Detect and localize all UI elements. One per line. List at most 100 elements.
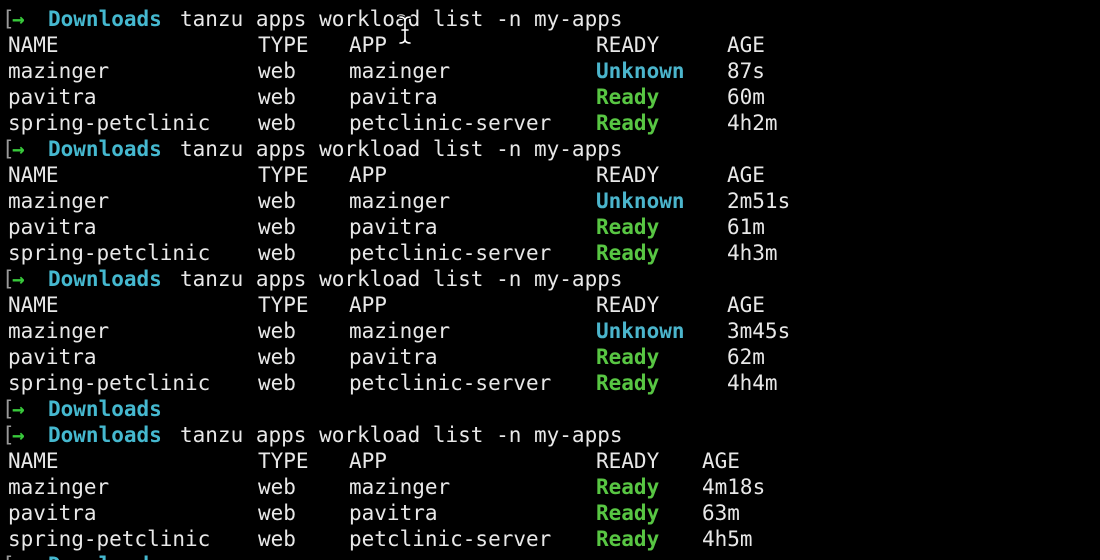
command-text: tanzu apps workload list -n my-apps bbox=[180, 267, 623, 291]
row-ready-status: Ready bbox=[596, 85, 660, 109]
prompt-arrow-icon: → bbox=[12, 267, 25, 291]
row-age: 60m bbox=[727, 85, 765, 109]
header-age: AGE bbox=[702, 449, 740, 473]
row-name: spring-petclinic bbox=[8, 241, 211, 265]
row-type: web bbox=[258, 111, 296, 135]
header-app: APP bbox=[349, 33, 387, 57]
row-age: 62m bbox=[727, 345, 765, 369]
row-app: mazinger bbox=[349, 475, 451, 499]
header-age: AGE bbox=[727, 163, 765, 187]
row-app: pavitra bbox=[349, 345, 438, 369]
row-type: web bbox=[258, 501, 296, 525]
row-ready-status: Ready bbox=[596, 371, 660, 395]
row-name: spring-petclinic bbox=[8, 527, 211, 551]
table-header: NAME TYPE APP READY AGE bbox=[0, 162, 765, 188]
row-type: web bbox=[258, 527, 296, 551]
table-row: spring-petclinic web petclinic-server Re… bbox=[0, 526, 753, 552]
row-age: 4h5m bbox=[702, 527, 753, 551]
row-type: web bbox=[258, 215, 296, 239]
row-app: mazinger bbox=[349, 59, 451, 83]
row-ready-status: Ready bbox=[596, 345, 660, 369]
row-ready-status: Unknown bbox=[596, 319, 685, 343]
row-app: pavitra bbox=[349, 501, 438, 525]
row-ready-status: Unknown bbox=[596, 189, 685, 213]
row-age: 61m bbox=[727, 215, 765, 239]
prompt-cwd: Downloads bbox=[48, 397, 162, 421]
row-age: 87s bbox=[727, 59, 765, 83]
prompt-line: [ → Downloads tanzu apps workload list -… bbox=[0, 422, 623, 448]
prompt-cwd: Downloads bbox=[48, 7, 162, 31]
header-ready: READY bbox=[596, 163, 660, 187]
prompt-arrow-icon: → bbox=[12, 423, 25, 447]
table-row: spring-petclinic web petclinic-server Re… bbox=[0, 110, 778, 136]
prompt-arrow-icon: → bbox=[12, 137, 25, 161]
prompt-line-empty: [ → Downloads bbox=[0, 396, 162, 422]
row-type: web bbox=[258, 345, 296, 369]
table-row: pavitra web pavitra Ready 60m bbox=[0, 84, 765, 110]
prompt-line: [ → Downloads tanzu apps workload list -… bbox=[0, 266, 623, 292]
table-row: mazinger web mazinger Unknown 2m51s bbox=[0, 188, 790, 214]
row-app: petclinic-server bbox=[349, 111, 552, 135]
table-row: mazinger web mazinger Unknown 3m45s bbox=[0, 318, 790, 344]
row-type: web bbox=[258, 319, 296, 343]
row-name: mazinger bbox=[8, 59, 110, 83]
row-app: petclinic-server bbox=[349, 241, 552, 265]
command-text: tanzu apps workload list -n my-apps bbox=[180, 137, 623, 161]
row-ready-status: Ready bbox=[596, 111, 660, 135]
prompt-cwd: Downloads bbox=[48, 267, 162, 291]
header-type: TYPE bbox=[258, 33, 309, 57]
row-type: web bbox=[258, 189, 296, 213]
row-app: petclinic-server bbox=[349, 527, 552, 551]
row-ready-status: Ready bbox=[596, 241, 660, 265]
terminal-output: [ → Downloads tanzu apps workload list -… bbox=[0, 6, 790, 552]
command-text: tanzu apps workload list -n my-apps bbox=[180, 423, 623, 447]
table-row: spring-petclinic web petclinic-server Re… bbox=[0, 370, 778, 396]
row-name: mazinger bbox=[8, 475, 110, 499]
header-ready: READY bbox=[596, 449, 660, 473]
prompt-cwd: Downloads bbox=[48, 137, 162, 161]
row-name: pavitra bbox=[8, 345, 97, 369]
table-row: pavitra web pavitra Ready 61m bbox=[0, 214, 765, 240]
row-app: pavitra bbox=[349, 215, 438, 239]
prompt-arrow-icon: → bbox=[12, 397, 25, 421]
header-ready: READY bbox=[596, 293, 660, 317]
row-ready-status: Ready bbox=[596, 527, 660, 551]
row-name: mazinger bbox=[8, 189, 110, 213]
header-type: TYPE bbox=[258, 449, 309, 473]
table-row: mazinger web mazinger Unknown 87s bbox=[0, 58, 765, 84]
row-name: spring-petclinic bbox=[8, 111, 211, 135]
row-age: 63m bbox=[702, 501, 740, 525]
header-name: NAME bbox=[8, 293, 59, 317]
table-header: NAME TYPE APP READY AGE bbox=[0, 32, 765, 58]
table-header: NAME TYPE APP READY AGE bbox=[0, 292, 765, 318]
prompt-cwd-partial: Downloads bbox=[48, 552, 162, 560]
row-age: 4m18s bbox=[702, 475, 766, 499]
row-age: 3m45s bbox=[727, 319, 791, 343]
row-type: web bbox=[258, 475, 296, 499]
row-type: web bbox=[258, 85, 296, 109]
row-type: web bbox=[258, 241, 296, 265]
row-name: spring-petclinic bbox=[8, 371, 211, 395]
prompt-cwd: Downloads bbox=[48, 423, 162, 447]
terminal-window[interactable]: [ → Downloads tanzu apps workload list -… bbox=[0, 0, 1100, 560]
header-name: NAME bbox=[8, 449, 59, 473]
row-ready-status: Ready bbox=[596, 501, 660, 525]
header-app: APP bbox=[349, 293, 387, 317]
row-name: mazinger bbox=[8, 319, 110, 343]
header-name: NAME bbox=[8, 163, 59, 187]
row-name: pavitra bbox=[8, 215, 97, 239]
prompt-line: [ → Downloads tanzu apps workload list -… bbox=[0, 136, 623, 162]
row-ready-status: Ready bbox=[596, 475, 660, 499]
row-ready-status: Ready bbox=[596, 215, 660, 239]
row-age: 4h2m bbox=[727, 111, 778, 135]
row-age: 2m51s bbox=[727, 189, 791, 213]
table-header: NAME TYPE APP READY AGE bbox=[0, 448, 740, 474]
header-type: TYPE bbox=[258, 163, 309, 187]
row-age: 4h3m bbox=[727, 241, 778, 265]
text-cursor-icon bbox=[398, 15, 412, 45]
header-type: TYPE bbox=[258, 293, 309, 317]
table-row: pavitra web pavitra Ready 62m bbox=[0, 344, 765, 370]
row-age: 4h4m bbox=[727, 371, 778, 395]
row-name: pavitra bbox=[8, 501, 97, 525]
prompt-arrow-icon: → bbox=[12, 7, 25, 31]
